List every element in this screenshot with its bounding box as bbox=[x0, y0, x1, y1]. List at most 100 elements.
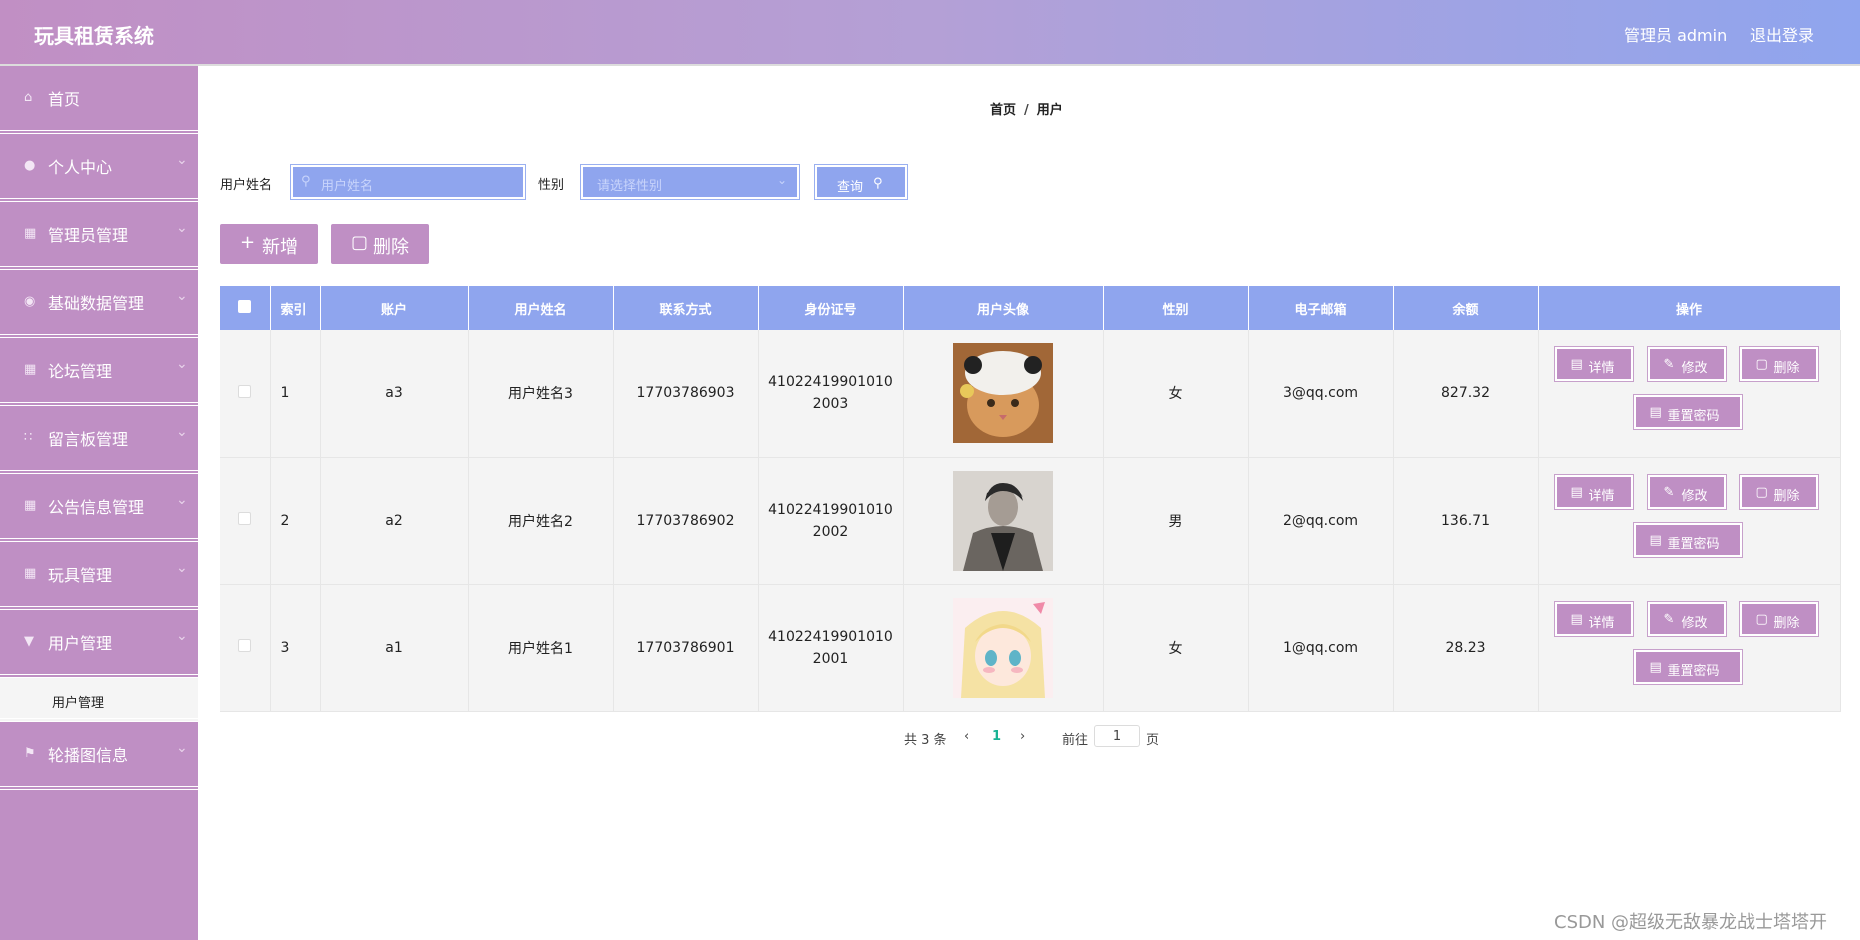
gender-select[interactable]: 请选择性别 ⌄ bbox=[580, 164, 800, 200]
sidebar-item-forum[interactable]: ▦ 论坛管理 ⌄ bbox=[0, 338, 198, 406]
document-icon: ▤ bbox=[1570, 357, 1583, 373]
delete-button[interactable]: ▢ 删除 bbox=[1738, 346, 1819, 383]
goto-label: 前往 bbox=[1062, 733, 1089, 748]
row-select-cell bbox=[220, 457, 271, 585]
pencil-icon: ✎ bbox=[1663, 484, 1675, 500]
gender-cell: 女 bbox=[1103, 584, 1249, 712]
gender-cell: 男 bbox=[1103, 457, 1249, 585]
sidebar-item-admin-management[interactable]: ▦ 管理员管理 ⌄ bbox=[0, 202, 198, 270]
location-icon: ◉ bbox=[24, 294, 36, 309]
sidebar-item-carousel[interactable]: ⚑ 轮播图信息 ⌄ bbox=[0, 722, 198, 790]
avatar-cell bbox=[903, 457, 1104, 585]
column-header: 联系方式 bbox=[613, 286, 759, 330]
column-header: 用户头像 bbox=[903, 286, 1104, 330]
row-checkbox[interactable] bbox=[238, 384, 252, 398]
query-button[interactable]: 查询 ⚲ bbox=[814, 164, 908, 200]
clipboard-icon: ▦ bbox=[24, 226, 37, 241]
delete-button[interactable]: ▢ 删除 bbox=[1738, 473, 1819, 510]
balance-cell: 28.23 bbox=[1393, 584, 1539, 712]
sidebar-item-toys[interactable]: ▦ 玩具管理 ⌄ bbox=[0, 542, 198, 610]
sidebar-item-message-board[interactable]: ∷ 留言板管理 ⌄ bbox=[0, 406, 198, 474]
reset-password-button[interactable]: ▤ 重置密码 bbox=[1632, 648, 1743, 685]
sidebar-item-announcements[interactable]: ▦ 公告信息管理 ⌄ bbox=[0, 474, 198, 542]
user-icon: ● bbox=[24, 158, 36, 173]
detail-button[interactable]: ▤ 详情 bbox=[1553, 600, 1634, 637]
name-search-input[interactable]: ⚲ 用户姓名 bbox=[290, 164, 526, 200]
sidebar-item-users[interactable]: ▼ 用户管理 ⌄ bbox=[0, 610, 198, 678]
trash-icon: ▢ bbox=[351, 232, 369, 253]
chevron-down-icon: ⌄ bbox=[176, 628, 188, 644]
breadcrumb-separator: / bbox=[1024, 103, 1029, 118]
phone-cell: 17703786901 bbox=[613, 584, 759, 712]
chevron-down-icon: ⌄ bbox=[176, 288, 188, 304]
clipboard-icon: ▦ bbox=[24, 566, 37, 581]
operations-group: ▤ 详情 ✎ 修改 ▢ 删除 ▤ 重置密码 bbox=[1539, 593, 1840, 703]
id-card-text: 410224199010102003 bbox=[768, 374, 893, 413]
document-icon: ▤ bbox=[1649, 659, 1662, 675]
gender-cell: 女 bbox=[1103, 330, 1249, 458]
add-button-label: 新增 bbox=[262, 237, 298, 258]
sidebar: ⌂ 首页 ● 个人中心 ⌄ ▦ 管理员管理 ⌄ ◉ 基础数据管理 ⌄ ▦ 论坛管… bbox=[0, 66, 198, 940]
clipboard-icon: ▦ bbox=[24, 498, 37, 513]
name-cell: 用户姓名3 bbox=[468, 330, 614, 458]
id-card-text: 410224199010102001 bbox=[768, 628, 893, 667]
reset-password-button[interactable]: ▤ 重置密码 bbox=[1632, 394, 1743, 431]
sidebar-item-label: 首页 bbox=[48, 90, 81, 109]
table-row: 3 a1 用户姓名1 17703786901 41022419901010200… bbox=[220, 584, 1841, 712]
sidebar-item-home[interactable]: ⌂ 首页 bbox=[0, 66, 198, 134]
sidebar-item-label: 轮播图信息 bbox=[48, 746, 129, 765]
document-icon: ▤ bbox=[1570, 484, 1583, 500]
row-checkbox[interactable] bbox=[238, 639, 252, 652]
operations-cell: ▤ 详情 ✎ 修改 ▢ 删除 ▤ 重置密码 bbox=[1538, 330, 1841, 458]
gender-filter-label: 性别 bbox=[538, 178, 565, 193]
document-icon: ▤ bbox=[1570, 611, 1583, 627]
add-button[interactable]: + 新增 bbox=[220, 224, 318, 264]
sidebar-item-label: 留言板管理 bbox=[48, 430, 129, 449]
reset-password-button-label: 重置密码 bbox=[1667, 409, 1720, 425]
chevron-down-icon: ⌄ bbox=[176, 356, 188, 372]
prev-page-icon[interactable]: ‹ bbox=[964, 729, 969, 744]
sidebar-item-basic-data[interactable]: ◉ 基础数据管理 ⌄ bbox=[0, 270, 198, 338]
goto-page-input[interactable]: 1 bbox=[1094, 725, 1140, 747]
document-icon: ▤ bbox=[1649, 532, 1662, 548]
select-all-checkbox[interactable] bbox=[238, 299, 252, 313]
next-page-icon[interactable]: › bbox=[1020, 729, 1025, 744]
breadcrumb-current: 用户 bbox=[1036, 103, 1063, 118]
account-cell: a2 bbox=[320, 457, 469, 585]
reset-password-button[interactable]: ▤ 重置密码 bbox=[1632, 521, 1743, 558]
chevron-down-icon: ⌄ bbox=[176, 740, 188, 756]
detail-button-label: 详情 bbox=[1588, 615, 1615, 631]
table-header-row: 索引 账户 用户姓名 联系方式 身份证号 用户头像 性别 电子邮箱 余额 操作 bbox=[220, 286, 1841, 330]
sidebar-item-personal-center[interactable]: ● 个人中心 ⌄ bbox=[0, 134, 198, 202]
total-count: 共 3 条 bbox=[904, 733, 947, 748]
page-number-current[interactable]: 1 bbox=[992, 729, 1001, 744]
detail-button[interactable]: ▤ 详情 bbox=[1553, 473, 1634, 510]
logout-link[interactable]: 退出登录 bbox=[1750, 22, 1814, 46]
bulk-delete-button[interactable]: ▢ 删除 bbox=[331, 224, 429, 264]
home-icon: ⌂ bbox=[24, 90, 33, 105]
breadcrumb-home[interactable]: 首页 bbox=[990, 103, 1016, 118]
edit-button-label: 修改 bbox=[1681, 361, 1708, 377]
sidebar-item-label: 基础数据管理 bbox=[48, 294, 145, 313]
delete-button[interactable]: ▢ 删除 bbox=[1738, 600, 1819, 637]
delete-button-label: 删除 bbox=[1773, 488, 1800, 504]
operations-cell: ▤ 详情 ✎ 修改 ▢ 删除 ▤ 重置密码 bbox=[1538, 584, 1841, 712]
breadcrumb: 首页 / 用户 bbox=[990, 99, 1063, 118]
column-header: 账户 bbox=[320, 286, 469, 330]
phone-cell: 17703786902 bbox=[613, 457, 759, 585]
edit-button[interactable]: ✎ 修改 bbox=[1646, 473, 1727, 510]
submenu-item-user-management[interactable]: 用户管理 bbox=[0, 678, 198, 722]
chevron-down-icon: ⌄ bbox=[176, 560, 188, 576]
grid-icon: ▦ bbox=[24, 362, 37, 377]
detail-button[interactable]: ▤ 详情 bbox=[1553, 346, 1634, 383]
edit-button[interactable]: ✎ 修改 bbox=[1646, 600, 1727, 637]
row-checkbox[interactable] bbox=[238, 512, 252, 525]
pencil-icon: ✎ bbox=[1663, 357, 1675, 373]
column-header: 性别 bbox=[1103, 286, 1249, 330]
top-header: 玩具租赁系统 管理员 admin 退出登录 bbox=[0, 0, 1860, 66]
name-filter-label: 用户姓名 bbox=[220, 178, 273, 193]
reset-password-button-label: 重置密码 bbox=[1667, 536, 1720, 552]
email-cell: 2@qq.com bbox=[1248, 457, 1394, 585]
column-header: 电子邮箱 bbox=[1248, 286, 1394, 330]
edit-button[interactable]: ✎ 修改 bbox=[1646, 346, 1727, 383]
